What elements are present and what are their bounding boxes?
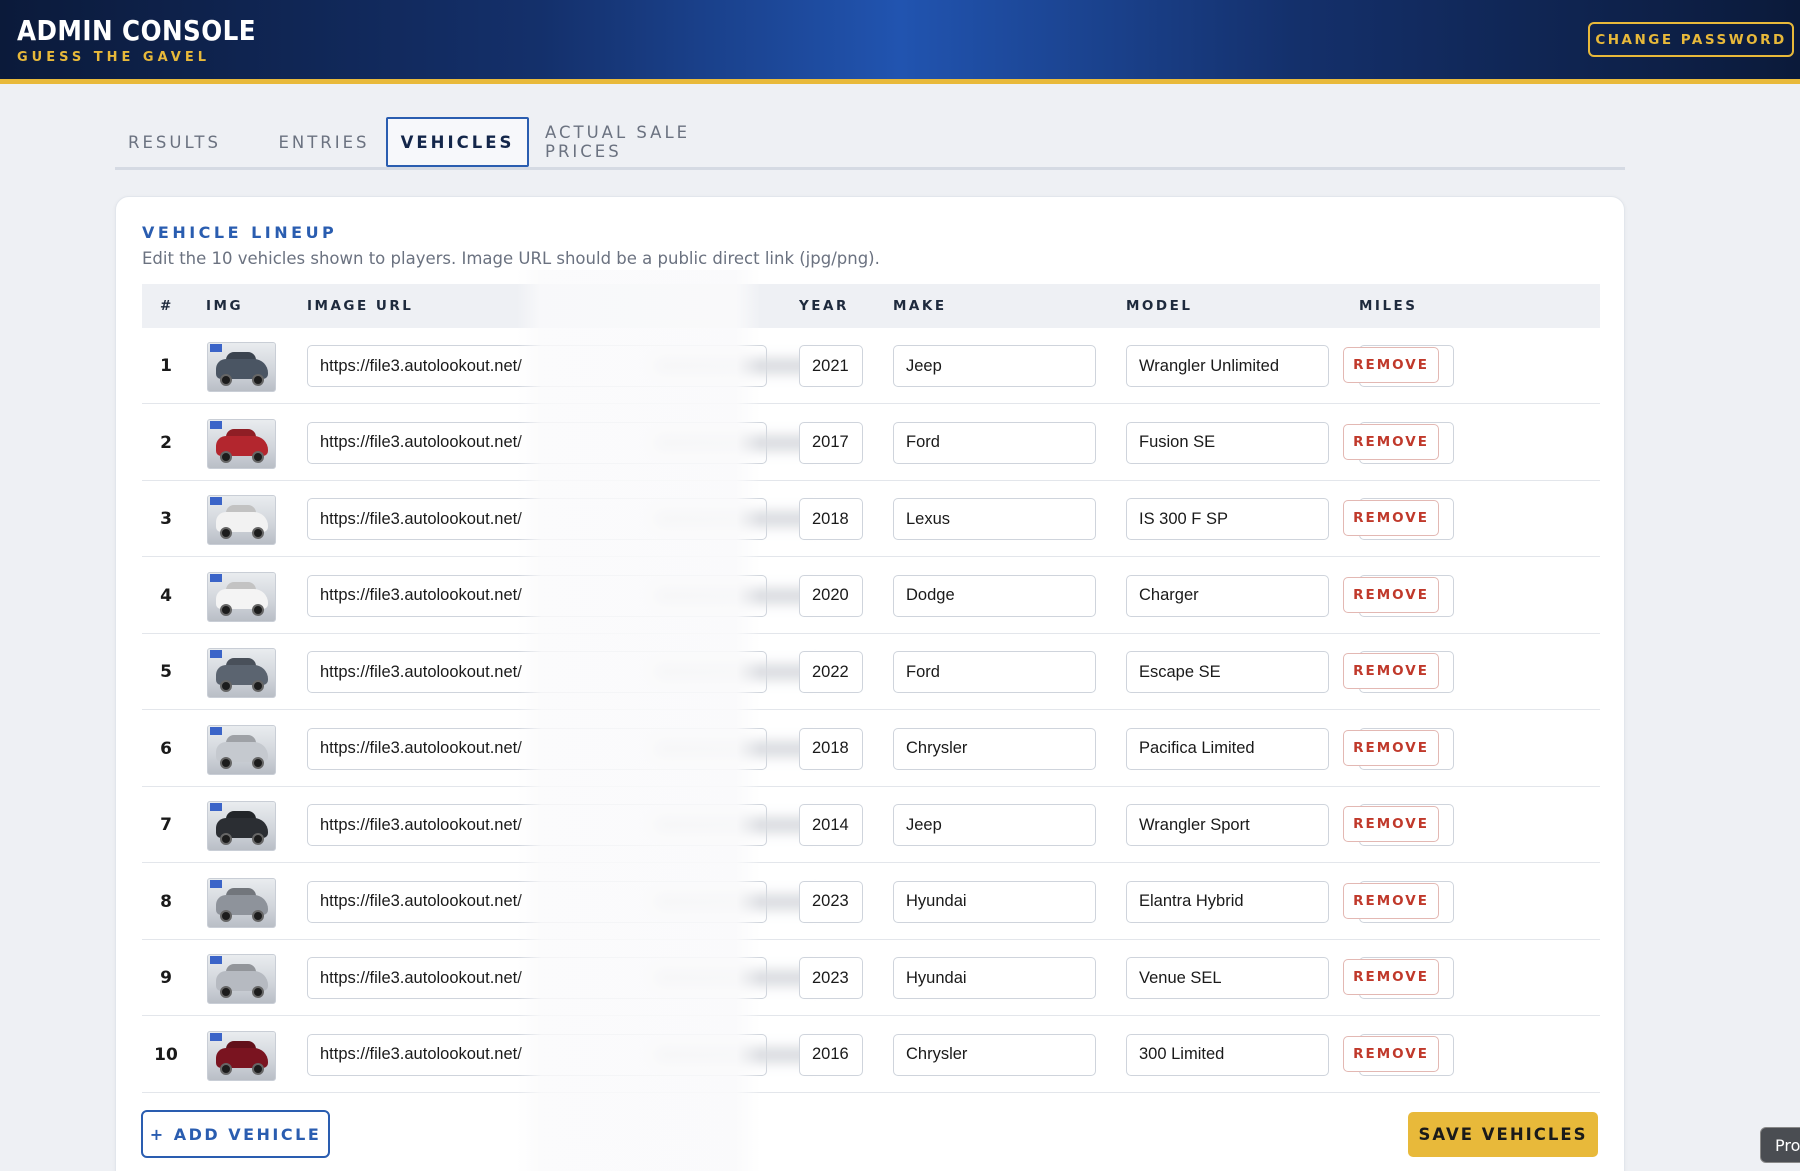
model-input[interactable]: Escape SE: [1126, 651, 1329, 693]
tab-bar: RESULTS ENTRIES VEHICLES ACTUAL SALE PRI…: [115, 115, 1625, 170]
remove-button[interactable]: REMOVE: [1343, 1035, 1439, 1072]
vehicle-thumbnail: [207, 342, 276, 392]
make-input[interactable]: Jeep: [893, 804, 1096, 846]
app-title: ADMIN CONSOLE: [17, 14, 257, 47]
remove-button[interactable]: REMOVE: [1343, 500, 1439, 536]
year-input[interactable]: 2023: [799, 957, 863, 999]
row-number: 6: [160, 738, 172, 759]
table-row: 8 https://file3.autolookout.net/2023 Hyund…: [142, 864, 1600, 940]
model-input[interactable]: Wrangler Unlimited: [1126, 345, 1329, 387]
save-vehicles-button[interactable]: SAVE VEHICLES: [1408, 1112, 1598, 1157]
remove-button[interactable]: REMOVE: [1343, 653, 1439, 689]
make-input[interactable]: Hyundai: [893, 880, 1096, 923]
corner-tag[interactable]: Pro: [1760, 1127, 1800, 1163]
row-number: 1: [160, 356, 172, 376]
model-input[interactable]: Pacifica Limited: [1126, 727, 1329, 770]
add-vehicle-button[interactable]: + ADD VEHICLE: [141, 1110, 330, 1158]
row-number: 9: [160, 968, 172, 988]
table-row: 9 https://file3.autolookout.net/2023 Hyund…: [142, 940, 1600, 1016]
row-number: 3: [160, 509, 172, 529]
model-input[interactable]: Venue SEL: [1126, 957, 1329, 999]
tab-results[interactable]: RESULTS: [115, 117, 234, 167]
row-number: 8: [160, 891, 172, 912]
vehicle-lineup-card: VEHICLE LINEUP Edit the 10 vehicles show…: [115, 196, 1625, 1171]
remove-button[interactable]: REMOVE: [1343, 576, 1439, 613]
app-subtitle: GUESS THE GAVEL: [17, 50, 211, 65]
year-input[interactable]: 2018: [799, 498, 863, 540]
column-header-image-url: IMAGE URL: [307, 298, 414, 314]
model-input[interactable]: 300 Limited: [1126, 1033, 1329, 1076]
make-input[interactable]: Ford: [893, 651, 1096, 693]
tab-actual-sale-prices[interactable]: ACTUAL SALE PRICES: [545, 117, 775, 167]
vehicle-thumbnail: [207, 724, 276, 775]
tab-entries[interactable]: ENTRIES: [251, 117, 397, 167]
table-row: 10 https://file3.autolookout.net/2016 Chry…: [142, 1017, 1600, 1093]
model-input[interactable]: Fusion SE: [1126, 421, 1329, 464]
column-header-make: MAKE: [893, 298, 947, 314]
card-description: Edit the 10 vehicles shown to players. I…: [142, 249, 880, 268]
row-number: 2: [160, 432, 172, 453]
change-password-button[interactable]: CHANGE PASSWORD: [1588, 22, 1794, 57]
vehicle-thumbnail: [207, 418, 276, 469]
vehicle-thumbnail: [207, 1030, 276, 1081]
table-row: 7 https://file3.autolookout.net/2014 Jeep W…: [142, 787, 1600, 863]
vehicle-thumbnail: [207, 801, 276, 851]
year-input[interactable]: 2018: [799, 727, 863, 770]
column-header-img: IMG: [206, 298, 244, 314]
year-input[interactable]: 2016: [799, 1033, 863, 1076]
vehicle-thumbnail: [207, 648, 276, 698]
remove-button[interactable]: REMOVE: [1343, 729, 1439, 766]
row-number: 4: [160, 585, 172, 606]
year-input[interactable]: 2021: [799, 345, 863, 387]
remove-button[interactable]: REMOVE: [1343, 423, 1439, 460]
table-row: 2 https://file3.autolookout.net/2017 Ford F…: [142, 405, 1600, 481]
vehicle-thumbnail: [207, 877, 276, 928]
make-input[interactable]: Hyundai: [893, 957, 1096, 999]
make-input[interactable]: Ford: [893, 421, 1096, 464]
column-header-year: YEAR: [799, 298, 849, 314]
row-number: 7: [160, 815, 172, 835]
remove-button[interactable]: REMOVE: [1343, 347, 1439, 383]
row-number: 10: [154, 1044, 178, 1065]
table-row: 4 https://file3.autolookout.net/2020 Dodge…: [142, 558, 1600, 634]
remove-button[interactable]: REMOVE: [1343, 882, 1439, 919]
make-input[interactable]: Chrysler: [893, 727, 1096, 770]
row-number: 5: [160, 662, 172, 682]
make-input[interactable]: Chrysler: [893, 1033, 1096, 1076]
model-input[interactable]: Elantra Hybrid: [1126, 880, 1329, 923]
table-row: 1 https://file3.autolookout.net/2021 Jeep W…: [142, 328, 1600, 404]
remove-button[interactable]: REMOVE: [1343, 959, 1439, 995]
model-input[interactable]: IS 300 F SP: [1126, 498, 1329, 540]
year-input[interactable]: 2022: [799, 651, 863, 693]
model-input[interactable]: Wrangler Sport: [1126, 804, 1329, 846]
year-input[interactable]: 2020: [799, 574, 863, 617]
make-input[interactable]: Dodge: [893, 574, 1096, 617]
vehicle-thumbnail: [207, 571, 276, 622]
vehicle-thumbnail: [207, 954, 276, 1004]
column-header-number: #: [160, 298, 174, 314]
model-input[interactable]: Charger: [1126, 574, 1329, 617]
year-input[interactable]: 2017: [799, 421, 863, 464]
column-header-miles: MILES: [1359, 298, 1418, 314]
year-input[interactable]: 2014: [799, 804, 863, 846]
column-header-model: MODEL: [1126, 298, 1193, 314]
table-header: # IMG IMAGE URL YEAR MAKE MODEL MILES: [142, 284, 1600, 328]
table-row: 5 https://file3.autolookout.net/2022 Ford E…: [142, 634, 1600, 710]
table-row: 3 https://file3.autolookout.net/2018 Lexus…: [142, 481, 1600, 557]
tab-vehicles[interactable]: VEHICLES: [386, 117, 529, 167]
card-title: VEHICLE LINEUP: [142, 223, 338, 242]
vehicle-thumbnail: [207, 495, 276, 545]
remove-button[interactable]: REMOVE: [1343, 806, 1439, 842]
year-input[interactable]: 2023: [799, 880, 863, 923]
table-row: 6 https://file3.autolookout.net/2018 Chrys…: [142, 711, 1600, 787]
make-input[interactable]: Jeep: [893, 345, 1096, 387]
top-header: ADMIN CONSOLE GUESS THE GAVEL CHANGE PAS…: [0, 0, 1800, 84]
make-input[interactable]: Lexus: [893, 498, 1096, 540]
